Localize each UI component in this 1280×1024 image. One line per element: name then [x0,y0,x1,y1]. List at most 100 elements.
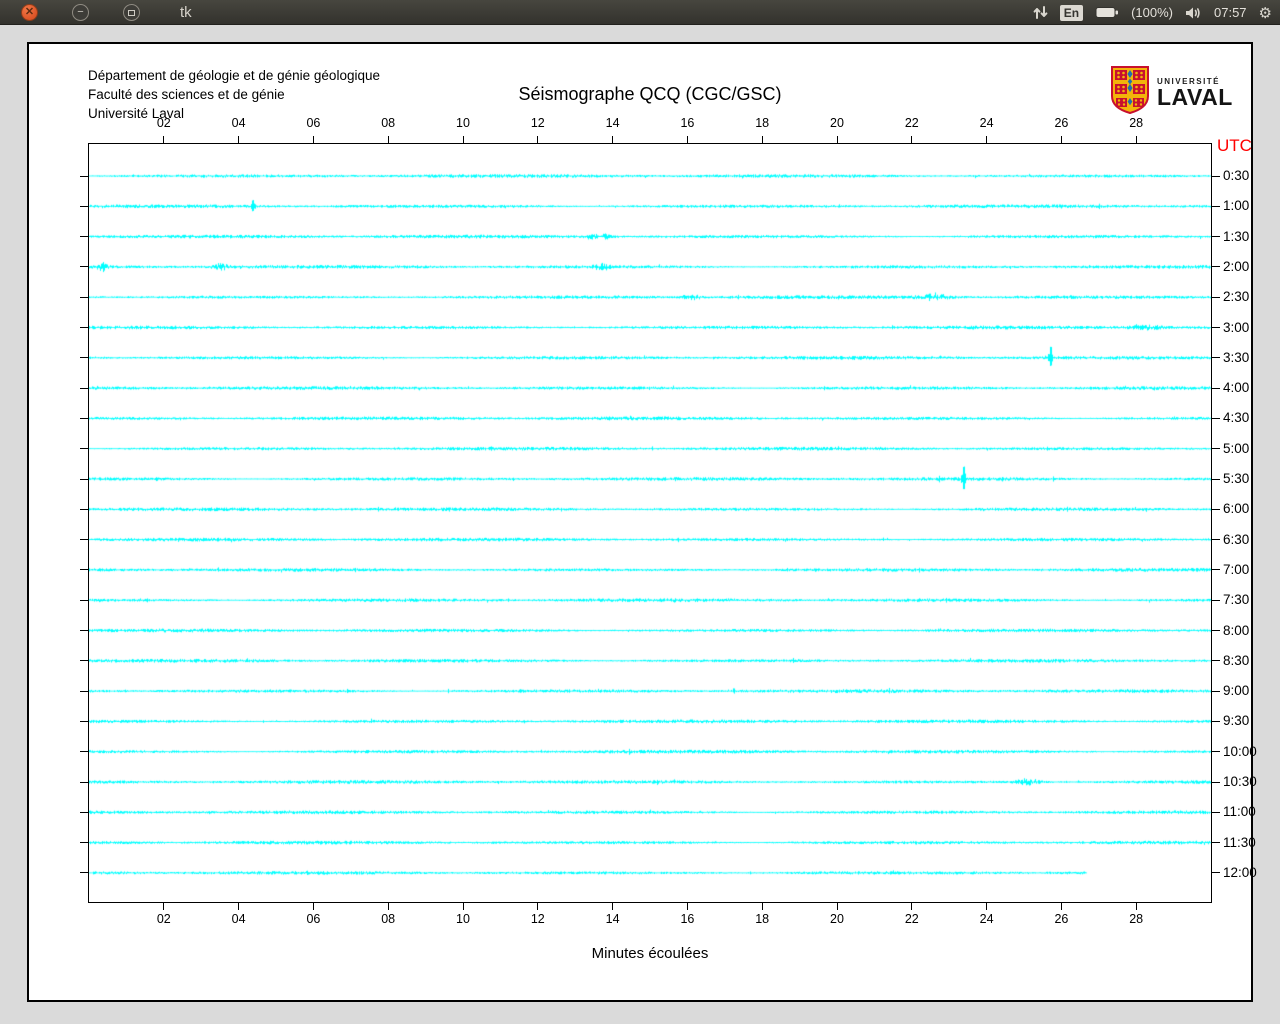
system-tray: En (100%) 07:57 ⚙ [1033,0,1272,25]
x-axis-title: Minutes écoulées [29,945,1271,962]
battery-icon[interactable] [1095,6,1119,19]
utc-tick-label: 7:30 [1223,592,1249,608]
y-tick-right [1212,266,1220,267]
utc-tick-label: 8:00 [1223,623,1249,639]
x-tick-label-top: 12 [523,116,553,130]
x-tick-bottom [238,903,239,910]
y-tick-left [80,206,88,207]
utc-tick-label: 7:00 [1223,562,1249,578]
y-tick-right [1212,479,1220,480]
utc-tick-label: 5:30 [1223,471,1249,487]
x-tick-label-bottom: 14 [598,912,628,926]
utc-tick-label: 0:30 [1223,168,1249,184]
utc-tick-label: 11:30 [1223,835,1256,851]
y-tick-left [80,236,88,237]
y-tick-right [1212,691,1220,692]
top-panel: ✕ − tk En (100%) 07:57 ⚙ [0,0,1280,25]
x-tick-top [911,136,912,143]
y-tick-right [1212,600,1220,601]
utc-tick-label: 3:30 [1223,350,1249,366]
x-tick-label-top: 14 [598,116,628,130]
x-tick-label-bottom: 24 [972,912,1002,926]
y-tick-left [80,388,88,389]
x-tick-label-bottom: 22 [897,912,927,926]
x-tick-label-top: 28 [1121,116,1151,130]
y-tick-left [80,721,88,722]
session-gear-icon[interactable]: ⚙ [1259,4,1272,22]
x-tick-bottom [537,903,538,910]
y-tick-left [80,266,88,267]
x-tick-label-top: 24 [972,116,1002,130]
x-tick-bottom [911,903,912,910]
network-arrows-icon[interactable] [1033,5,1048,20]
x-tick-bottom [1136,903,1137,910]
x-tick-bottom [986,903,987,910]
utc-tick-label: 8:30 [1223,653,1249,669]
laval-shield-icon [1110,66,1150,119]
battery-percent-label: (100%) [1131,5,1173,20]
utc-tick-label: 1:00 [1223,198,1249,214]
y-tick-left [80,509,88,510]
y-tick-right [1212,418,1220,419]
utc-tick-label: 1:30 [1223,229,1249,245]
x-tick-label-top: 26 [1046,116,1076,130]
x-tick-label-top: 08 [373,116,403,130]
x-tick-label-bottom: 12 [523,912,553,926]
x-tick-top [388,136,389,143]
keyboard-layout-indicator[interactable]: En [1060,5,1083,21]
y-tick-right [1212,327,1220,328]
maximize-button[interactable] [123,4,140,21]
y-tick-right [1212,388,1220,389]
y-tick-left [80,357,88,358]
y-tick-left [80,872,88,873]
x-tick-label-bottom: 18 [747,912,777,926]
universite-laval-logo: UNIVERSITÉ LAVAL [1110,67,1240,117]
clock-label[interactable]: 07:57 [1214,5,1247,20]
x-tick-bottom [388,903,389,910]
y-tick-left [80,539,88,540]
x-tick-label-top: 18 [747,116,777,130]
x-tick-label-bottom: 26 [1046,912,1076,926]
x-tick-top [1061,136,1062,143]
y-tick-right [1212,176,1220,177]
y-tick-left [80,600,88,601]
utc-tick-label: 4:30 [1223,410,1249,426]
x-tick-label-bottom: 20 [822,912,852,926]
x-tick-top [313,136,314,143]
y-tick-left [80,782,88,783]
y-tick-left [80,842,88,843]
y-tick-right [1212,812,1220,813]
maximize-icon [128,10,135,16]
x-tick-top [762,136,763,143]
y-tick-right [1212,721,1220,722]
utc-tick-label: 9:30 [1223,713,1249,729]
x-tick-bottom [463,903,464,910]
utc-tick-label: 2:00 [1223,259,1249,275]
x-tick-bottom [762,903,763,910]
x-tick-top [163,136,164,143]
x-tick-label-bottom: 10 [448,912,478,926]
y-tick-left [80,630,88,631]
x-tick-bottom [163,903,164,910]
x-tick-bottom [837,903,838,910]
x-tick-label-bottom: 02 [149,912,179,926]
x-tick-top [1136,136,1137,143]
x-tick-label-top: 02 [149,116,179,130]
y-tick-left [80,418,88,419]
utc-tick-label: 10:00 [1223,744,1257,760]
x-tick-label-bottom: 04 [224,912,254,926]
x-tick-label-top: 04 [224,116,254,130]
y-tick-right [1212,751,1220,752]
y-tick-right [1212,206,1220,207]
volume-icon[interactable] [1185,6,1202,20]
close-button[interactable]: ✕ [21,4,38,21]
x-tick-top [612,136,613,143]
x-tick-label-top: 16 [672,116,702,130]
y-tick-left [80,176,88,177]
y-tick-left [80,297,88,298]
x-tick-bottom [1061,903,1062,910]
y-tick-right [1212,569,1220,570]
x-tick-bottom [687,903,688,910]
x-tick-top [537,136,538,143]
minimize-button[interactable]: − [72,4,89,21]
